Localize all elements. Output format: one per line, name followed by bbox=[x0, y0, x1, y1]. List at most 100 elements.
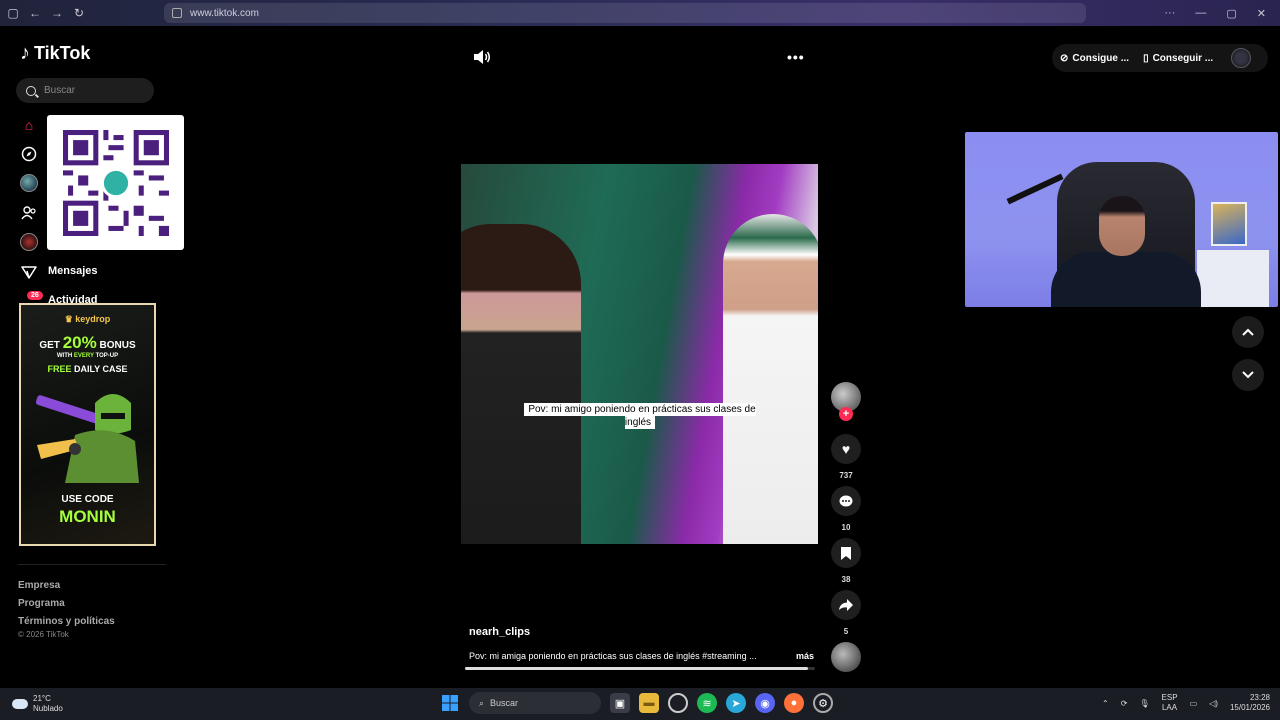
firefox-icon[interactable]: ● bbox=[784, 693, 804, 713]
ad-headline: GET 20% BONUS bbox=[21, 333, 154, 353]
weather-condition: Nublado bbox=[33, 704, 63, 713]
reload-icon[interactable]: ↻ bbox=[68, 2, 90, 24]
webcam-overlay bbox=[965, 132, 1278, 307]
back-icon[interactable]: ← bbox=[24, 2, 46, 24]
language-code: ESP bbox=[1161, 693, 1178, 702]
chevron-down-icon bbox=[1242, 371, 1254, 379]
weather-widget[interactable]: 21°C Nublado bbox=[12, 694, 63, 714]
footer-link-terms[interactable]: Términos y políticas bbox=[18, 613, 115, 631]
close-icon[interactable]: ✕ bbox=[1257, 7, 1266, 20]
maximize-icon[interactable]: ▢ bbox=[1226, 7, 1236, 20]
tray-expand-icon[interactable]: ⌃ bbox=[1102, 699, 1109, 708]
get-app-label: Conseguir ... bbox=[1152, 52, 1214, 64]
keydrop-ad-banner[interactable]: ♛ keydrop GET 20% BONUS WITH EVERY TOP-U… bbox=[19, 303, 156, 546]
explore-icon[interactable] bbox=[20, 145, 38, 163]
ad-every: EVERY bbox=[73, 353, 94, 359]
qr-pattern bbox=[62, 129, 169, 236]
video-person-right bbox=[723, 214, 818, 544]
search-input[interactable]: Buscar bbox=[16, 78, 154, 103]
save-count: 38 bbox=[841, 575, 851, 584]
volume-icon[interactable] bbox=[473, 49, 491, 65]
video-author[interactable]: nearh_clips bbox=[469, 626, 530, 638]
coin-icon: ⊘ bbox=[1060, 52, 1069, 64]
spotify-icon[interactable]: ≋ bbox=[697, 693, 717, 713]
site-info-icon[interactable] bbox=[172, 8, 182, 18]
speaker-icon[interactable]: ◁) bbox=[1209, 699, 1218, 708]
ad-get: GET bbox=[39, 340, 60, 351]
messages-icon[interactable] bbox=[20, 263, 38, 281]
ad-free: FREE bbox=[47, 364, 72, 374]
bookmark-icon bbox=[841, 546, 851, 560]
like-button[interactable]: ♥ bbox=[831, 434, 861, 464]
webcam-mic-arm bbox=[1006, 173, 1064, 205]
address-bar[interactable]: www.tiktok.com bbox=[164, 3, 1086, 23]
get-app-button[interactable]: ▯ Conseguir ... bbox=[1143, 53, 1213, 64]
video-player[interactable]: Pov: mi amigo poniendo en prácticas sus … bbox=[461, 164, 818, 544]
footer-link-programa[interactable]: Programa bbox=[18, 595, 115, 613]
get-coins-button[interactable]: ⊘ Consigue ... bbox=[1060, 53, 1129, 64]
search-icon bbox=[26, 85, 36, 96]
comment-icon bbox=[839, 495, 853, 506]
tabs-icon[interactable]: ▢ bbox=[2, 2, 24, 24]
ad-daily-case: DAILY CASE bbox=[74, 364, 128, 374]
ad-brand-text: keydrop bbox=[75, 314, 111, 324]
discord-icon[interactable]: ◉ bbox=[755, 693, 775, 713]
save-button[interactable] bbox=[831, 538, 861, 568]
tiktok-note-icon: ♪ bbox=[20, 42, 30, 64]
sound-disc-avatar[interactable] bbox=[831, 642, 861, 672]
clock[interactable]: 23:28 15/01/2026 bbox=[1230, 693, 1270, 713]
comment-button[interactable] bbox=[831, 486, 861, 516]
browser-icon[interactable] bbox=[668, 693, 688, 713]
keydrop-icon: ♛ bbox=[64, 314, 76, 324]
more-button[interactable]: más bbox=[796, 651, 814, 661]
language-indicator[interactable]: ESP LAA bbox=[1162, 693, 1178, 713]
ad-use-code: USE CODE bbox=[61, 494, 114, 505]
ad-free-case: FREE DAILY CASE bbox=[21, 364, 154, 374]
taskbar-search[interactable]: ⌕ Buscar bbox=[469, 692, 601, 714]
clock-time: 23:28 bbox=[1249, 693, 1270, 702]
microphone-icon[interactable]: 🎙 bbox=[1139, 699, 1149, 708]
following-avatar-icon[interactable] bbox=[20, 174, 38, 192]
video-progress-fill bbox=[465, 667, 808, 670]
language-region: LAA bbox=[1161, 703, 1178, 712]
network-icon[interactable]: ▭ bbox=[1190, 699, 1198, 708]
share-count: 5 bbox=[843, 627, 849, 636]
file-explorer-icon[interactable]: ▬ bbox=[639, 693, 659, 713]
video-caption-text: Pov: mi amigo poniendo en prácticas sus … bbox=[524, 403, 756, 429]
windows-start-icon[interactable] bbox=[440, 693, 460, 713]
minimize-icon[interactable]: — bbox=[1195, 7, 1206, 19]
share-button[interactable] bbox=[831, 590, 861, 620]
webcam-person-head bbox=[1099, 196, 1145, 256]
sidebar-divider bbox=[18, 564, 166, 565]
menu-icon[interactable]: ··· bbox=[1164, 7, 1175, 19]
forward-icon[interactable]: → bbox=[46, 2, 68, 24]
friends-icon[interactable] bbox=[20, 204, 38, 222]
task-view-icon[interactable]: ▣ bbox=[610, 693, 630, 713]
profile-avatar[interactable] bbox=[1231, 48, 1252, 68]
share-icon bbox=[839, 599, 853, 611]
home-icon[interactable]: ⌂ bbox=[20, 116, 38, 134]
activity-badge: 26 bbox=[27, 291, 43, 300]
telegram-icon[interactable]: ➤ bbox=[726, 693, 746, 713]
live-avatar-icon[interactable] bbox=[20, 233, 38, 251]
footer-link-empresa[interactable]: Empresa bbox=[18, 577, 115, 595]
ad-percent: 20% bbox=[62, 333, 97, 352]
tiktok-logo[interactable]: ♪ TikTok bbox=[20, 42, 90, 65]
sync-icon[interactable]: ⟳ bbox=[1121, 699, 1128, 708]
webcam-poster bbox=[1211, 202, 1247, 246]
url-text: www.tiktok.com bbox=[190, 7, 259, 19]
more-options-icon[interactable]: ••• bbox=[787, 49, 805, 65]
follow-plus-icon[interactable]: + bbox=[839, 407, 853, 421]
settings-gear-icon[interactable]: ⚙ bbox=[813, 693, 833, 713]
sidebar-item-messages[interactable]: Mensajes bbox=[48, 265, 98, 277]
ad-topup: TOP-UP bbox=[95, 353, 119, 359]
get-coins-label: Consigue ... bbox=[1072, 52, 1130, 64]
taskbar-apps: ⌕ Buscar ▣ ▬ ≋ ➤ ◉ ● ⚙ bbox=[440, 692, 833, 714]
next-video-button[interactable] bbox=[1232, 359, 1264, 391]
ad-bonus: BONUS bbox=[99, 340, 136, 351]
previous-video-button[interactable] bbox=[1232, 316, 1264, 348]
chevron-up-icon bbox=[1242, 328, 1254, 336]
video-progress-bar[interactable] bbox=[465, 667, 815, 670]
phone-icon: ▯ bbox=[1143, 52, 1149, 64]
system-tray: ⌃ ⟳ 🎙 ESP LAA ▭ ◁) 23:28 15/01/2026 bbox=[1102, 693, 1270, 713]
